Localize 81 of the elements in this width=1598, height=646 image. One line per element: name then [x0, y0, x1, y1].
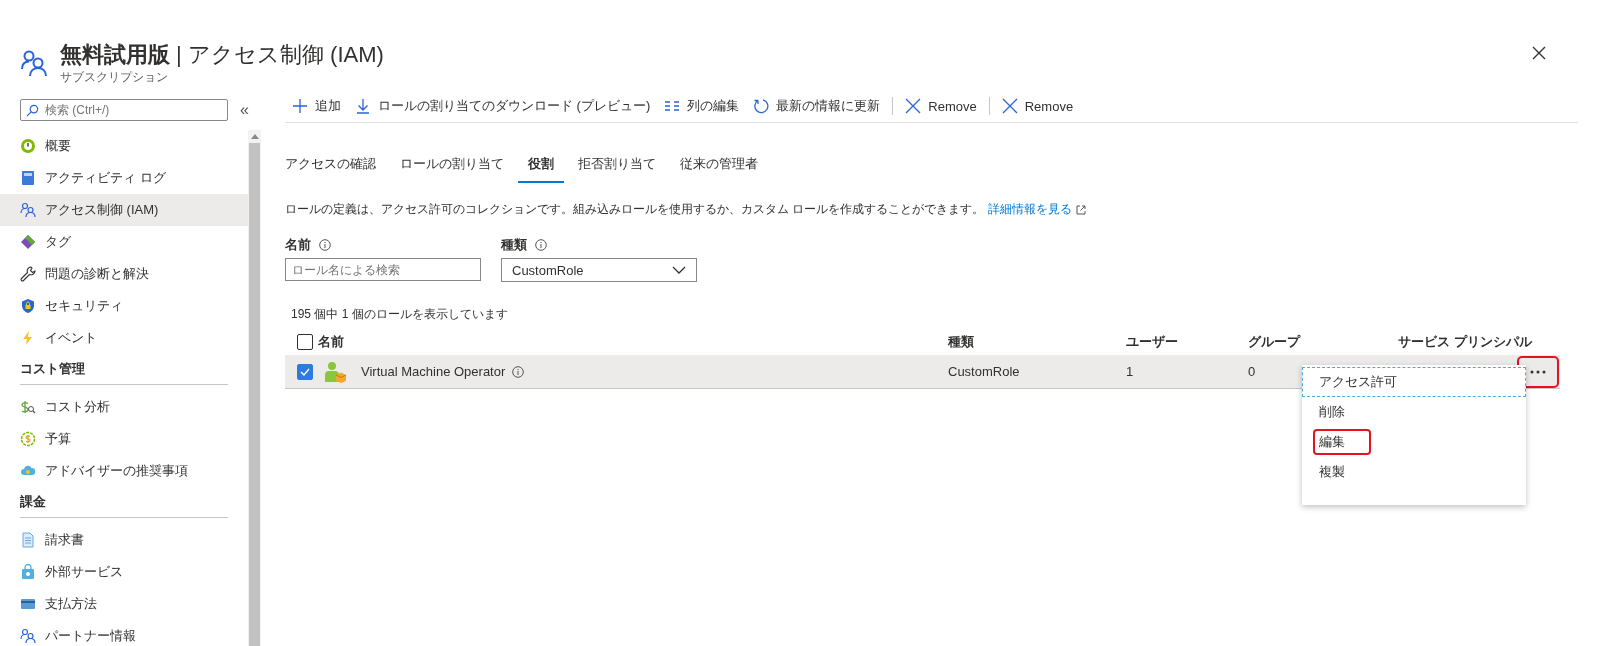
shield-icon [20, 298, 36, 314]
tab[interactable]: ロールの割り当て [390, 149, 514, 183]
sidebar-item[interactable]: 概要 [0, 130, 248, 162]
more-icon [1530, 370, 1546, 374]
document-icon [20, 532, 36, 548]
tab[interactable]: 拒否割り当て [568, 149, 666, 183]
role-icon [324, 360, 346, 383]
people-icon [20, 628, 36, 644]
page-title: 無料試用版 | アクセス制御 (IAM) [60, 40, 384, 69]
gauge-icon [20, 138, 36, 154]
table-cell: CustomRole [948, 364, 1020, 379]
field-label: 種類 [501, 236, 527, 254]
collapse-button[interactable]: « [240, 101, 249, 119]
learn-more-link[interactable]: 詳細情報を見る [988, 201, 1073, 218]
dollar-search-icon [20, 399, 36, 415]
info-icon [512, 365, 525, 378]
toolbar-button[interactable]: 列の編集 [657, 93, 747, 119]
toolbar-button[interactable]: ロールの割り当てのダウンロード (プレビュー) [348, 93, 658, 119]
external-link-icon [1076, 204, 1087, 215]
info-icon [319, 239, 331, 251]
search-icon [26, 104, 39, 117]
download-icon [355, 98, 371, 114]
role-name[interactable]: Virtual Machine Operator [361, 364, 506, 379]
columns-icon [664, 98, 681, 114]
field-label: 名前 [285, 236, 311, 254]
description-text: ロールの定義は、アクセス許可のコレクションです。組み込みロールを使用するか、カスタム ロールを作成することができます。 [285, 201, 985, 218]
column-header: ユーザー [1126, 334, 1178, 349]
close-icon [1001, 98, 1018, 114]
toolbar-button[interactable]: Remove [898, 93, 984, 119]
sidebar-item[interactable]: 支払方法 [0, 588, 248, 620]
sidebar-item[interactable]: パートナー情報 [0, 620, 248, 646]
page-subtitle: サブスクリプション [60, 68, 169, 86]
sidebar-item[interactable]: アドバイザーの推奨事項 [0, 455, 248, 487]
toolbar-button[interactable]: 追加 [285, 93, 348, 119]
sidebar-item[interactable]: コスト分析 [0, 391, 248, 423]
tag-icon [20, 234, 36, 250]
people-icon [20, 49, 48, 77]
menu-item[interactable]: 編集 [1302, 427, 1526, 457]
result-count: 195 個中 1 個のロールを表示しています [290, 306, 509, 323]
sidebar-item[interactable]: タグ [0, 226, 248, 258]
menu-item[interactable]: 削除 [1302, 397, 1526, 427]
tab[interactable]: 役割 [518, 149, 564, 183]
column-header: 名前 [318, 333, 344, 351]
tab[interactable]: 従来の管理者 [670, 149, 768, 183]
section-heading: コスト管理 [20, 360, 228, 385]
column-header: グループ [1248, 334, 1300, 349]
tab[interactable]: アクセスの確認 [285, 149, 386, 183]
checkbox[interactable] [297, 334, 313, 350]
menu-item[interactable]: 複製 [1302, 457, 1526, 487]
column-header: 種類 [948, 334, 974, 349]
chevron-down-icon [672, 266, 686, 274]
toolbar-button[interactable]: Remove [994, 93, 1081, 119]
people-icon [20, 202, 36, 218]
refresh-icon [753, 98, 770, 114]
close-icon[interactable] [1532, 46, 1546, 60]
dollar-circle-icon [20, 431, 36, 447]
sidebar-item[interactable]: 外部サービス [0, 556, 248, 588]
book-icon [20, 170, 36, 186]
search-field[interactable]: 検索 (Ctrl+/) [20, 99, 228, 121]
table-cell: 0 [1248, 364, 1256, 379]
sidebar-item[interactable]: 請求書 [0, 524, 248, 556]
card-icon [20, 596, 36, 612]
menu-item[interactable]: アクセス許可 [1302, 367, 1526, 397]
sidebar-item[interactable]: 予算 [0, 423, 248, 455]
type-dropdown[interactable]: CustomRole [501, 258, 697, 282]
plus-icon [292, 98, 308, 114]
name-search-field[interactable]: ロール名による検索 [285, 258, 481, 281]
close-icon [905, 98, 922, 114]
column-header: サービス プリンシパル [1398, 334, 1532, 349]
sidebar-item[interactable]: 問題の診断と解決 [0, 258, 248, 290]
sidebar-item[interactable]: イベント [0, 322, 248, 354]
info-icon [535, 239, 547, 251]
sidebar-item[interactable]: アクティビティ ログ [0, 162, 248, 194]
sidebar-item[interactable]: セキュリティ [0, 290, 248, 322]
wrench-icon [20, 266, 36, 282]
sidebar-item[interactable]: アクセス制御 (IAM) [0, 194, 248, 226]
table-cell: 1 [1126, 364, 1134, 379]
checkbox[interactable] [297, 363, 313, 380]
toolbar-button[interactable]: 最新の情報に更新 [746, 93, 888, 119]
section-heading: 課金 [20, 493, 228, 518]
scrollbar[interactable] [248, 130, 261, 646]
